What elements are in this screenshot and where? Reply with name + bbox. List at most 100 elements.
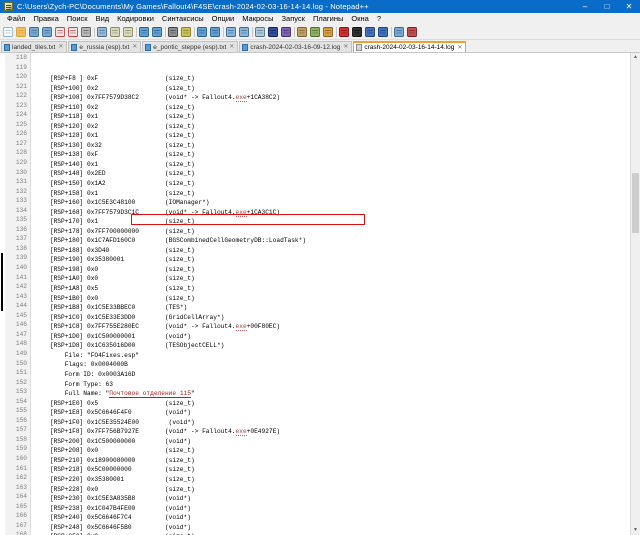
doc-map-icon[interactable] xyxy=(309,26,321,38)
function-list-icon[interactable] xyxy=(322,26,334,38)
tab-3[interactable]: crash-2024-02-03-16-09-12.log✕ xyxy=(239,41,352,52)
open-file-icon[interactable] xyxy=(15,26,27,38)
scroll-down-arrow[interactable]: ▼ xyxy=(631,526,640,535)
print-icon[interactable] xyxy=(80,26,92,38)
code-line[interactable]: [RSP+190] 0x35380001 (size_t) xyxy=(35,255,630,265)
menu-item-10[interactable]: Окна xyxy=(347,13,372,24)
code-line[interactable]: [RSP+158] 0x1 (size_t) xyxy=(35,189,630,199)
menu-item-5[interactable]: Синтаксисы xyxy=(158,13,208,24)
code-line[interactable]: [RSP+178] 0x7FF700000000 (size_t) xyxy=(35,227,630,237)
replace-icon[interactable] xyxy=(180,26,192,38)
zoom-in-icon[interactable] xyxy=(196,26,208,38)
code-line[interactable]: [RSP+1B0] 0x0 (size_t) xyxy=(35,294,630,304)
code-line[interactable]: [RSP+1E0] 0x5 (size_t) xyxy=(35,399,630,409)
code-line[interactable]: [RSP+240] 0x5C6646F7C4 (void*) xyxy=(35,513,630,523)
vertical-scrollbar[interactable]: ▲ ▼ xyxy=(630,53,640,535)
code-line[interactable]: [RSP+208] 0x0 (size_t) xyxy=(35,446,630,456)
menu-item-1[interactable]: Правка xyxy=(29,13,62,24)
indent-guide-icon[interactable] xyxy=(280,26,292,38)
playback-macro-icon[interactable] xyxy=(364,26,376,38)
code-line[interactable]: [RSP+1A0] 0x0 (size_t) xyxy=(35,274,630,284)
zoom-out-icon[interactable] xyxy=(209,26,221,38)
word-wrap-icon[interactable] xyxy=(254,26,266,38)
save-macro-icon[interactable] xyxy=(393,26,405,38)
find-icon[interactable] xyxy=(167,26,179,38)
menu-item-8[interactable]: Запуск xyxy=(278,13,309,24)
tab-4-active[interactable]: crash-2024-02-03-16-14-14.log✕ xyxy=(353,41,466,52)
code-line[interactable]: [RSP+220] 0x35380001 (size_t) xyxy=(35,475,630,485)
show-all-chars-icon[interactable] xyxy=(267,26,279,38)
code-line[interactable]: [RSP+118] 0x1 (size_t) xyxy=(35,112,630,122)
fold-margin[interactable] xyxy=(0,53,5,535)
code-line[interactable]: [RSP+130] 0x32 (size_t) xyxy=(35,141,630,151)
menu-item-3[interactable]: Вид xyxy=(92,13,114,24)
scroll-up-arrow[interactable]: ▲ xyxy=(631,53,640,62)
save-all-icon[interactable] xyxy=(41,26,53,38)
scrollbar-thumb[interactable] xyxy=(632,173,639,233)
tab-close-icon[interactable]: ✕ xyxy=(132,44,137,50)
menu-item-7[interactable]: Макросы xyxy=(238,13,277,24)
code-line[interactable]: [RSP+238] 0x1C047B4FE00 (void*) xyxy=(35,504,630,514)
code-line[interactable]: [RSP+1C0] 0x1C5E33E3DD0 (GridCellArray*) xyxy=(35,313,630,323)
code-line[interactable]: [RSP+228] 0x0 (size_t) xyxy=(35,485,630,495)
code-line[interactable]: [RSP+230] 0x1C5E3A835B8 (void*) xyxy=(35,494,630,504)
code-line[interactable]: [RSP+140] 0x1 (size_t) xyxy=(35,160,630,170)
minimize-button[interactable]: – xyxy=(574,0,596,13)
code-line[interactable]: [RSP+138] 0xF (size_t) xyxy=(35,150,630,160)
code-line[interactable]: [RSP+248] 0x5C6646F5B0 (void*) xyxy=(35,523,630,533)
tab-2[interactable]: e_pontic_steppe (esp).txt✕ xyxy=(142,41,238,52)
code-line[interactable]: [RSP+1D0] 0x1C500000001 (void*) xyxy=(35,332,630,342)
code-line[interactable]: [RSP+218] 0x5C00000000 (size_t) xyxy=(35,465,630,475)
code-line[interactable]: [RSP+120] 0x2 (size_t) xyxy=(35,122,630,132)
menu-item-9[interactable]: Плагины xyxy=(309,13,347,24)
tab-1[interactable]: e_russia (esp).txt✕ xyxy=(68,41,141,52)
code-line[interactable]: [RSP+100] 0x2 (size_t) xyxy=(35,84,630,94)
code-line[interactable]: [RSP+1B8] 0x1C5E33BBEC0 (TES*) xyxy=(35,303,630,313)
user-lang-icon[interactable] xyxy=(296,26,308,38)
run-macro-multiple-icon[interactable] xyxy=(377,26,389,38)
code-line[interactable]: [RSP+1D8] 0x1C635016D00 (TESObjectCELL*) xyxy=(35,341,630,351)
record-macro-icon[interactable] xyxy=(338,26,350,38)
code-line[interactable]: Full Name: "Почтовое отделение 115" xyxy=(35,389,630,399)
code-line[interactable]: [RSP+F8 ] 0xF (size_t) xyxy=(35,74,630,84)
code-line[interactable]: [RSP+198] 0x0 (size_t) xyxy=(35,265,630,275)
code-line[interactable]: Flags: 0x0004000B xyxy=(35,360,630,370)
menu-item-4[interactable]: Кодировки xyxy=(113,13,158,24)
tab-close-icon[interactable]: ✕ xyxy=(58,44,63,50)
code-line[interactable]: File: "FO4Fixes.esp" xyxy=(35,351,630,361)
code-line[interactable]: [RSP+170] 0x1 (size_t) xyxy=(35,217,630,227)
code-line[interactable]: Form Type: 63 xyxy=(35,380,630,390)
menu-item-6[interactable]: Опции xyxy=(208,13,239,24)
code-line[interactable]: [RSP+180] 0x1C7AFD160C0 (BGSCombinedCell… xyxy=(35,236,630,246)
code-line[interactable]: [RSP+1A8] 0x5 (size_t) xyxy=(35,284,630,294)
code-line[interactable]: [RSP+1F8] 0x7FF756B7927E (void* -> Fallo… xyxy=(35,427,630,437)
close-file-icon[interactable] xyxy=(54,26,66,38)
new-file-icon[interactable] xyxy=(2,26,14,38)
code-line[interactable]: [RSP+1C8] 0x7FF755E280EC (void* -> Fallo… xyxy=(35,322,630,332)
paste-icon[interactable] xyxy=(122,26,134,38)
menu-item-2[interactable]: Поиск xyxy=(63,13,92,24)
sync-h-icon[interactable] xyxy=(238,26,250,38)
code-line[interactable]: [RSP+128] 0x1 (size_t) xyxy=(35,131,630,141)
run-icon[interactable] xyxy=(406,26,418,38)
code-line[interactable]: [RSP+188] 0x3D40 (size_t) xyxy=(35,246,630,256)
tab-0[interactable]: landed_tiles.txt✕ xyxy=(1,41,67,52)
tab-close-icon[interactable]: ✕ xyxy=(343,44,348,50)
undo-icon[interactable] xyxy=(138,26,150,38)
stop-macro-icon[interactable] xyxy=(351,26,363,38)
code-line[interactable]: [RSP+1F0] 0x1C5E35524E00 (void*) xyxy=(35,418,630,428)
code-line[interactable]: [RSP+168] 0x7FF7579D3C1C (void* -> Fallo… xyxy=(35,208,630,218)
code-text-area[interactable]: [RSP+F8 ] 0xF (size_t) [RSP+100] 0x2 (si… xyxy=(31,53,630,535)
code-line[interactable]: [RSP+160] 0x1C5E3C48100 (IOManager*) xyxy=(35,198,630,208)
code-line[interactable]: [RSP+148] 0x2ED (size_t) xyxy=(35,169,630,179)
close-button[interactable]: ✕ xyxy=(618,0,640,13)
code-line[interactable]: [RSP+150] 0x1A2 (size_t) xyxy=(35,179,630,189)
code-line[interactable]: [RSP+200] 0x1C500000000 (void*) xyxy=(35,437,630,447)
code-line[interactable]: [RSP+1E8] 0x5C6646F4F0 (void*) xyxy=(35,408,630,418)
tab-close-icon[interactable]: ✕ xyxy=(229,44,234,50)
code-line[interactable]: [RSP+210] 0x18900080000 (size_t) xyxy=(35,456,630,466)
menu-item-11[interactable]: ? xyxy=(373,13,385,24)
save-icon[interactable] xyxy=(28,26,40,38)
maximize-button[interactable]: □ xyxy=(596,0,618,13)
sync-v-icon[interactable] xyxy=(225,26,237,38)
